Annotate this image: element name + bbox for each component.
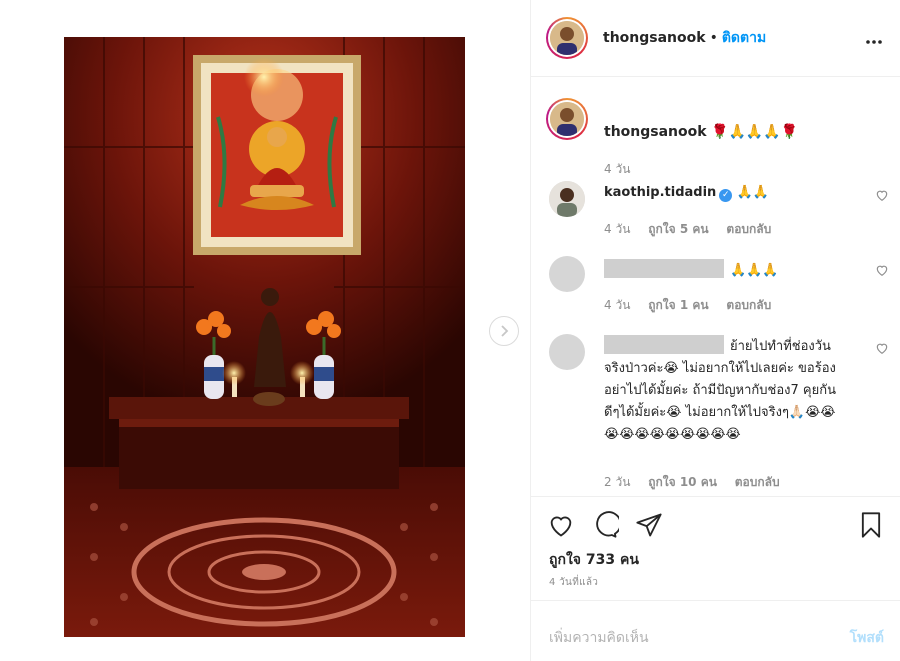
heart-icon	[875, 262, 889, 281]
comment-body: 🙏🙏🙏	[604, 259, 849, 281]
comment-likes[interactable]: ถูกใจ 10 คน	[648, 473, 717, 492]
comment-meta: 4 วัน ถูกใจ 1 คน ตอบกลับ	[604, 296, 785, 315]
comment-time[interactable]: 4 วัน	[604, 296, 630, 315]
comment-button[interactable]	[591, 511, 622, 539]
comment-likes[interactable]: ถูกใจ 5 คน	[648, 220, 708, 239]
save-button[interactable]	[857, 511, 885, 539]
comment-username-redacted[interactable]	[604, 259, 724, 278]
post-photo[interactable]	[64, 37, 465, 637]
follow-button[interactable]: ติดตาม	[722, 27, 766, 49]
header-separator: •	[709, 30, 718, 46]
add-comment-bar: เพิ่มความคิดเห็น โพสต์	[531, 600, 900, 661]
comment-body: ย้ายไปทำที่ช่องวันจริงป่าวค่ะ😭 ไม่อยากให…	[604, 335, 849, 446]
comment-like-button[interactable]	[875, 262, 889, 276]
comment-likes[interactable]: ถูกใจ 1 คน	[648, 296, 708, 315]
more-horizontal-icon	[866, 29, 882, 48]
reply-button[interactable]: ตอบกลับ	[735, 473, 780, 492]
chevron-right-icon	[498, 325, 510, 337]
reply-button[interactable]: ตอบกลับ	[726, 296, 771, 315]
comment-text: 🙏🙏	[736, 185, 769, 200]
post-comment-button[interactable]: โพสต์	[850, 627, 884, 649]
comment-username-redacted[interactable]	[604, 335, 724, 354]
bookmark-icon	[857, 512, 885, 543]
heart-icon	[547, 516, 575, 543]
comment-meta: 2 วัน ถูกใจ 10 คน ตอบกลับ	[604, 473, 794, 492]
post-sidebar: thongsanook • ติดตาม thongsanook 🌹🙏🙏🙏🌹 4…	[531, 0, 900, 661]
comment-time[interactable]: 4 วัน	[604, 220, 630, 239]
post-actions: ถูกใจ 733 คน 4 วันที่แล้ว	[531, 496, 900, 598]
share-button[interactable]	[635, 511, 663, 539]
heart-icon	[875, 340, 889, 359]
post-viewer: thongsanook • ติดตาม thongsanook 🌹🙏🙏🙏🌹 4…	[0, 0, 900, 661]
header-username[interactable]: thongsanook	[603, 30, 706, 46]
shrine-image	[64, 37, 465, 637]
comment-text: ย้ายไปทำที่ช่องวันจริงป่าวค่ะ😭 ไม่อยากให…	[604, 339, 837, 442]
share-icon	[635, 513, 663, 543]
comment-body: kaothip.tidadin ✓ 🙏🙏	[604, 182, 849, 203]
verified-badge-icon: ✓	[719, 189, 733, 202]
comment-like-button[interactable]	[875, 340, 889, 354]
avatar[interactable]	[549, 256, 585, 292]
more-options-button[interactable]	[864, 28, 884, 48]
caption-time[interactable]: 4 วัน	[604, 160, 630, 179]
post-header: thongsanook • ติดตาม	[531, 0, 900, 77]
comment-icon	[591, 511, 622, 543]
avatar[interactable]	[549, 334, 585, 370]
like-button[interactable]	[547, 511, 575, 539]
comment-username[interactable]: kaothip.tidadin	[604, 185, 716, 200]
posted-time[interactable]: 4 วันที่แล้ว	[549, 575, 598, 590]
reply-button[interactable]: ตอบกลับ	[726, 220, 771, 239]
comment-time[interactable]: 2 วัน	[604, 473, 630, 492]
avatar[interactable]	[546, 17, 588, 59]
avatar[interactable]	[549, 181, 585, 217]
comment-meta: 4 วัน ถูกใจ 5 คน ตอบกลับ	[604, 220, 785, 239]
comment-text: 🙏🙏🙏	[730, 263, 779, 278]
caption-line: thongsanook 🌹🙏🙏🙏🌹	[604, 124, 798, 140]
heart-icon	[875, 187, 889, 206]
likes-count[interactable]: ถูกใจ 733 คน	[549, 549, 639, 571]
caption-text: 🌹🙏🙏🙏🌹	[711, 124, 799, 140]
comment-like-button[interactable]	[875, 187, 889, 201]
next-photo-button[interactable]	[489, 316, 519, 346]
comment-input[interactable]: เพิ่มความคิดเห็น	[549, 627, 649, 649]
post-media	[0, 0, 531, 661]
caption-username[interactable]: thongsanook	[604, 124, 707, 140]
comments-list[interactable]: thongsanook 🌹🙏🙏🙏🌹 4 วัน kaothip.tidadin ✓…	[531, 78, 900, 496]
caption-avatar[interactable]	[546, 98, 588, 140]
